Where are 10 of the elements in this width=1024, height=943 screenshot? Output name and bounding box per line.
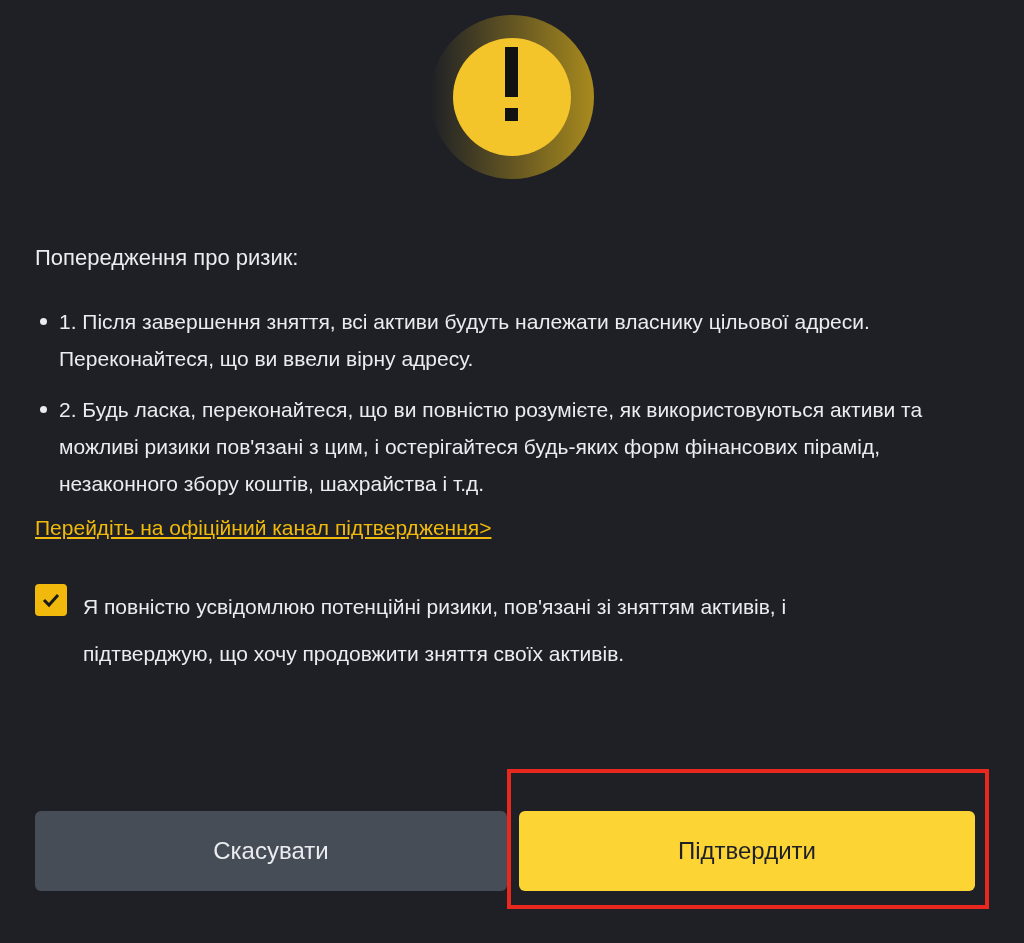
agreement-checkbox[interactable] xyxy=(35,584,67,616)
warning-item: 2. Будь ласка, переконайтеся, що ви повністю розумієте, як використовуються активи та можливі ризики пов'язані з цим, і остерігайтеся будь-яких форм фінансових пірамід, незаконного збору коштів, шахрайства і т.д. xyxy=(59,397,924,497)
confirm-button[interactable]: Підтвердити xyxy=(518,811,975,891)
bullet-icon xyxy=(40,406,47,413)
cancel-button[interactable]: Скасувати xyxy=(35,811,507,891)
bullet-icon xyxy=(40,318,47,325)
warning-item: 1. Після завершення зняття, всі активи будуть належати власнику цільової адреси. Переконайтеся, що ви ввели вірну адресу. xyxy=(59,309,871,372)
confirmation-channel-link[interactable]: Перейдіть на офіційний канал підтвердження> xyxy=(35,516,492,539)
agreement-text: Я повністю усвідомлюю потенційні ризики, пов'язані зі зняттям активів, і підтверджую, що хочу продовжити зняття своїх активів. xyxy=(83,594,788,667)
warning-title: Попередження про ризик: xyxy=(35,244,300,272)
